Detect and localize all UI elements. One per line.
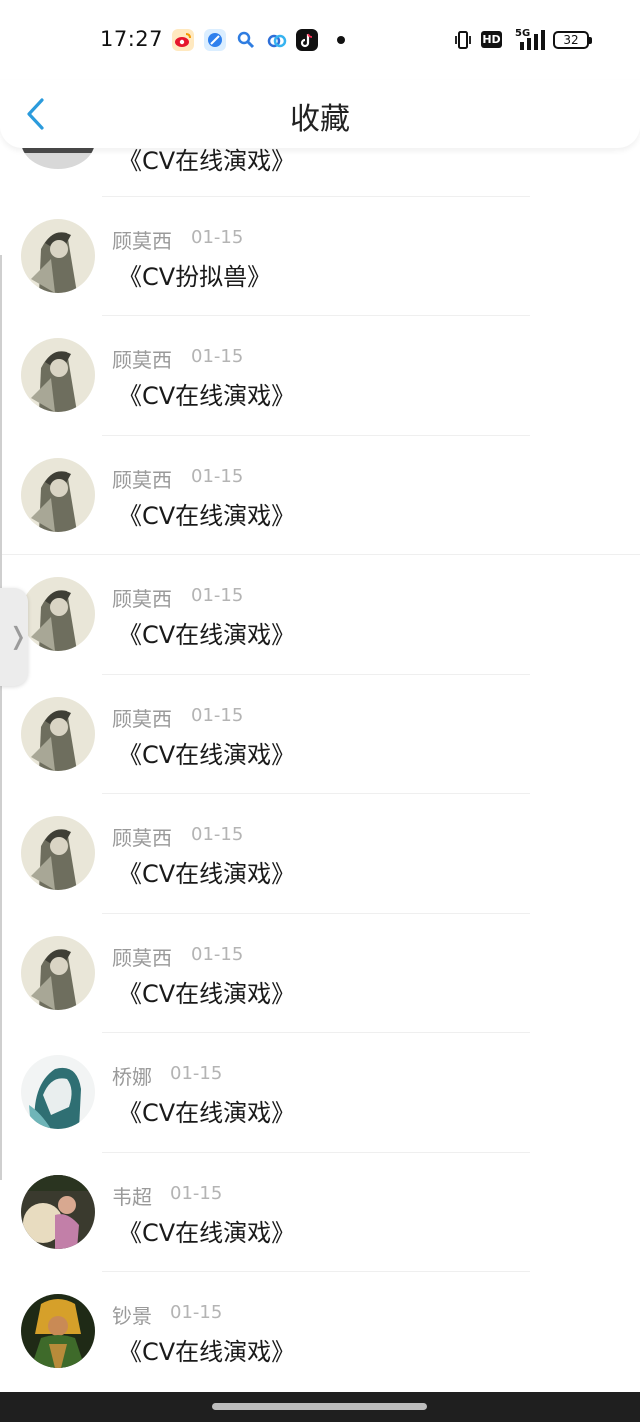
avatar <box>21 577 95 651</box>
home-gesture-indicator[interactable] <box>212 1403 427 1410</box>
post-date: 01-15 <box>191 824 244 845</box>
post-date: 01-15 <box>191 585 244 606</box>
post-date: 01-15 <box>191 226 244 248</box>
weibo-icon <box>172 29 194 51</box>
side-drawer-handle[interactable]: ❭ <box>0 588 28 686</box>
list-item[interactable]: 韦超 01-15 《CV在线演戏》 <box>0 1153 640 1272</box>
author-name: 顾莫西 <box>112 945 172 970</box>
author-name: 钞景 <box>112 1304 152 1328</box>
list-item[interactable]: 顾莫西 01-15 《CV在线演戏》 <box>0 675 640 794</box>
status-bar: 17:27 HD 5G 32 <box>0 0 640 80</box>
list-item-content: 《CV在线演戏》 <box>118 979 296 1008</box>
post-date: 01-15 <box>170 1182 223 1204</box>
list-item[interactable]: 顾莫西 01-15 《CV在线演戏》 <box>0 316 640 436</box>
author-name: 顾莫西 <box>112 826 172 850</box>
hd-badge: HD <box>481 31 502 48</box>
list-item[interactable]: 顾莫西 01-15 《CV在线演戏》 <box>0 914 640 1033</box>
list-item-content: 《CV在线演戏》 <box>118 740 296 769</box>
list-item-content: 《CV在线演戏》 <box>118 1099 296 1127</box>
page-title: 收藏 <box>290 102 350 137</box>
avatar <box>21 1055 95 1129</box>
search-app-icon <box>235 29 257 51</box>
list-item-content: 《CV在线演戏》 <box>118 1338 296 1366</box>
author-name: 顾莫西 <box>112 467 172 492</box>
notification-dot <box>337 36 345 44</box>
list-item[interactable]: 顾莫西 01-15 《CV扮拟兽》 <box>0 197 640 316</box>
baidu-netdisk-icon <box>266 29 288 51</box>
avatar <box>21 1294 95 1368</box>
post-date: 01-15 <box>191 465 244 487</box>
avatar <box>21 218 95 293</box>
author-name: 桥娜 <box>112 1065 152 1089</box>
post-date: 01-15 <box>191 346 244 367</box>
author-name: 韦超 <box>112 1184 152 1209</box>
list-item-content: 《CV在线演戏》 <box>118 860 296 888</box>
author-name: 顾莫西 <box>112 587 172 611</box>
author-name: 顾莫西 <box>112 706 172 731</box>
avatar <box>21 338 95 412</box>
author-name: 顾莫西 <box>112 348 172 372</box>
post-date: 01-15 <box>170 1302 223 1323</box>
signal-icon <box>514 29 546 51</box>
post-date: 01-15 <box>191 704 244 726</box>
author-name: 顾莫西 <box>112 228 172 253</box>
list-item-content: 《CV在线演戏》 <box>118 382 296 410</box>
page-header: 收藏 <box>0 80 640 148</box>
list-item[interactable]: 顾莫西 01-15 《CV在线演戏》 <box>0 436 640 555</box>
avatar <box>21 1174 95 1249</box>
favorites-list: 《CV在线演戏》 顾莫西 01-15 《CV扮拟兽》 顾莫西 01-15 《CV… <box>0 77 640 1392</box>
vibrate-icon <box>454 29 472 51</box>
list-item[interactable]: 桥娜 01-15 《CV在线演戏》 <box>0 1033 640 1153</box>
navigation-bar <box>0 1392 640 1422</box>
list-item[interactable]: 顾莫西 01-15 《CV在线演戏》 <box>0 555 640 675</box>
list-item[interactable]: 钞景 01-15 《CV在线演戏》 <box>0 1272 640 1392</box>
list-item-content: 《CV在线演戏》 <box>118 621 296 649</box>
status-time: 17:27 <box>100 27 164 51</box>
avatar <box>21 935 95 1010</box>
avatar <box>21 816 95 890</box>
list-item-content: 《CV扮拟兽》 <box>118 262 272 291</box>
battery-indicator: 32 <box>553 31 592 49</box>
list-item-content: 《CV在线演戏》 <box>118 501 296 530</box>
post-date: 01-15 <box>170 1063 223 1084</box>
list-item[interactable]: 顾莫西 01-15 《CV在线演戏》 <box>0 794 640 914</box>
screen-edge-line <box>0 255 2 1180</box>
avatar <box>21 696 95 771</box>
avatar <box>21 457 95 532</box>
chevron-right-icon: ❭ <box>8 622 29 650</box>
tiktok-icon <box>296 29 318 51</box>
post-date: 01-15 <box>191 943 244 965</box>
browser-icon <box>204 29 226 51</box>
list-item-content: 《CV在线演戏》 <box>118 1218 296 1247</box>
